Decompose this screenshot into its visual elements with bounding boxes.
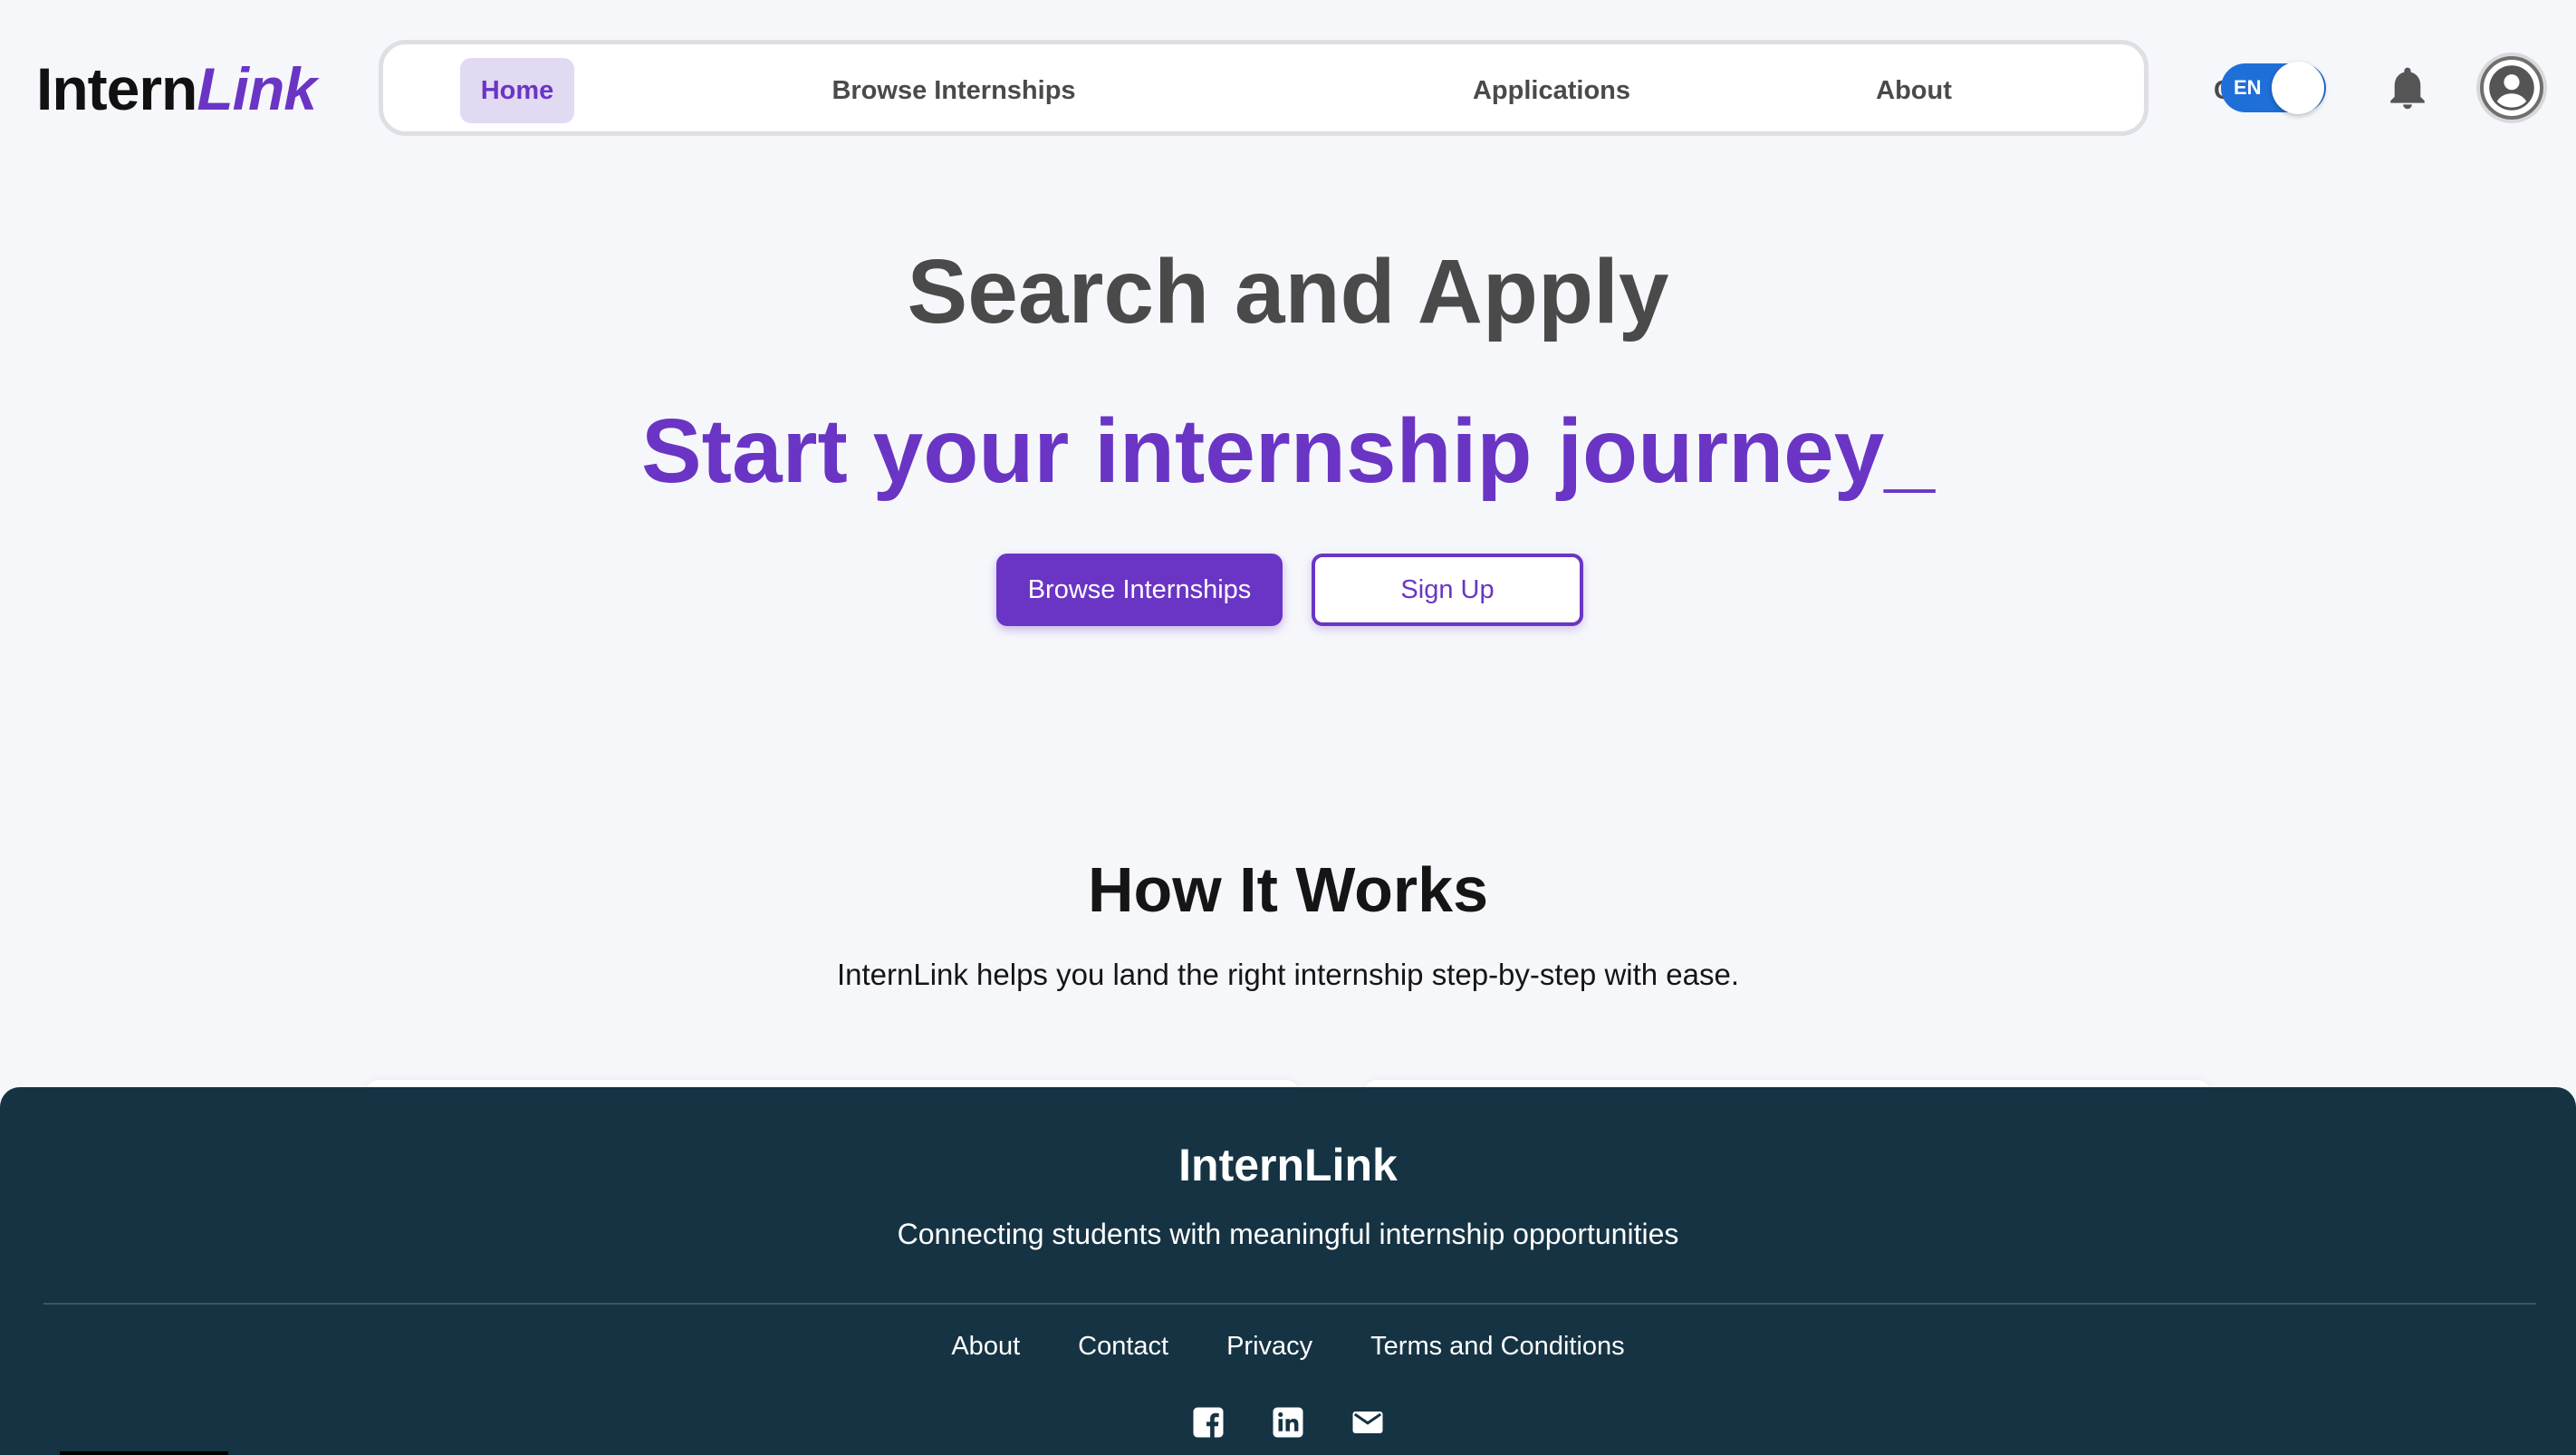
logo-text-link: Link bbox=[197, 55, 317, 122]
sign-up-button[interactable]: Sign Up bbox=[1312, 554, 1583, 626]
scroll-indicator bbox=[60, 1451, 228, 1455]
toggle-knob bbox=[2272, 62, 2324, 114]
footer-tagline: Connecting students with meaningful inte… bbox=[897, 1218, 1679, 1250]
linkedin-icon[interactable] bbox=[1272, 1406, 1304, 1439]
footer-links: About Contact Privacy Terms and Conditio… bbox=[0, 1328, 2576, 1364]
email-icon[interactable] bbox=[1351, 1406, 1384, 1439]
footer-link-terms[interactable]: Terms and Conditions bbox=[1370, 1328, 1624, 1364]
nav-applications[interactable]: Applications bbox=[1416, 58, 1687, 123]
footer-link-contact[interactable]: Contact bbox=[1078, 1328, 1168, 1364]
bell-icon-svg bbox=[2390, 67, 2425, 110]
language-toggle[interactable]: EN bbox=[2221, 62, 2326, 114]
nav-browse-internships[interactable]: Browse Internships bbox=[764, 58, 1144, 123]
browse-internships-button[interactable]: Browse Internships bbox=[996, 554, 1283, 626]
how-it-works-title: How It Works bbox=[1087, 854, 1489, 925]
footer-social bbox=[0, 1406, 2576, 1439]
logo[interactable]: InternLink bbox=[36, 53, 317, 125]
logo-text-intern: Intern bbox=[36, 55, 197, 122]
footer-link-about[interactable]: About bbox=[951, 1328, 1020, 1364]
main-nav: Home Browse Internships Applications Abo… bbox=[379, 40, 2312, 136]
bell-icon[interactable] bbox=[2388, 65, 2427, 111]
how-it-works-description: InternLink helps you land the right inte… bbox=[836, 958, 1740, 991]
footer-brand: InternLink bbox=[1178, 1140, 1398, 1190]
footer: InternLink Connecting students with mean… bbox=[0, 1087, 2576, 1455]
nav-about[interactable]: About bbox=[1823, 58, 2004, 123]
language-label: EN bbox=[2234, 76, 2262, 99]
hero-title: Search and Apply bbox=[907, 241, 1669, 342]
footer-divider bbox=[43, 1303, 2536, 1305]
account-circle-icon bbox=[2489, 65, 2534, 111]
hero-typing-subtitle: Start your internship journey_ bbox=[640, 400, 1936, 502]
user-avatar-icon[interactable] bbox=[2480, 56, 2543, 120]
nav-home[interactable]: Home bbox=[460, 58, 574, 123]
facebook-icon[interactable] bbox=[1192, 1406, 1225, 1439]
footer-link-privacy[interactable]: Privacy bbox=[1226, 1328, 1312, 1364]
page: InternLink Home Browse Internships Appli… bbox=[0, 0, 2576, 1455]
